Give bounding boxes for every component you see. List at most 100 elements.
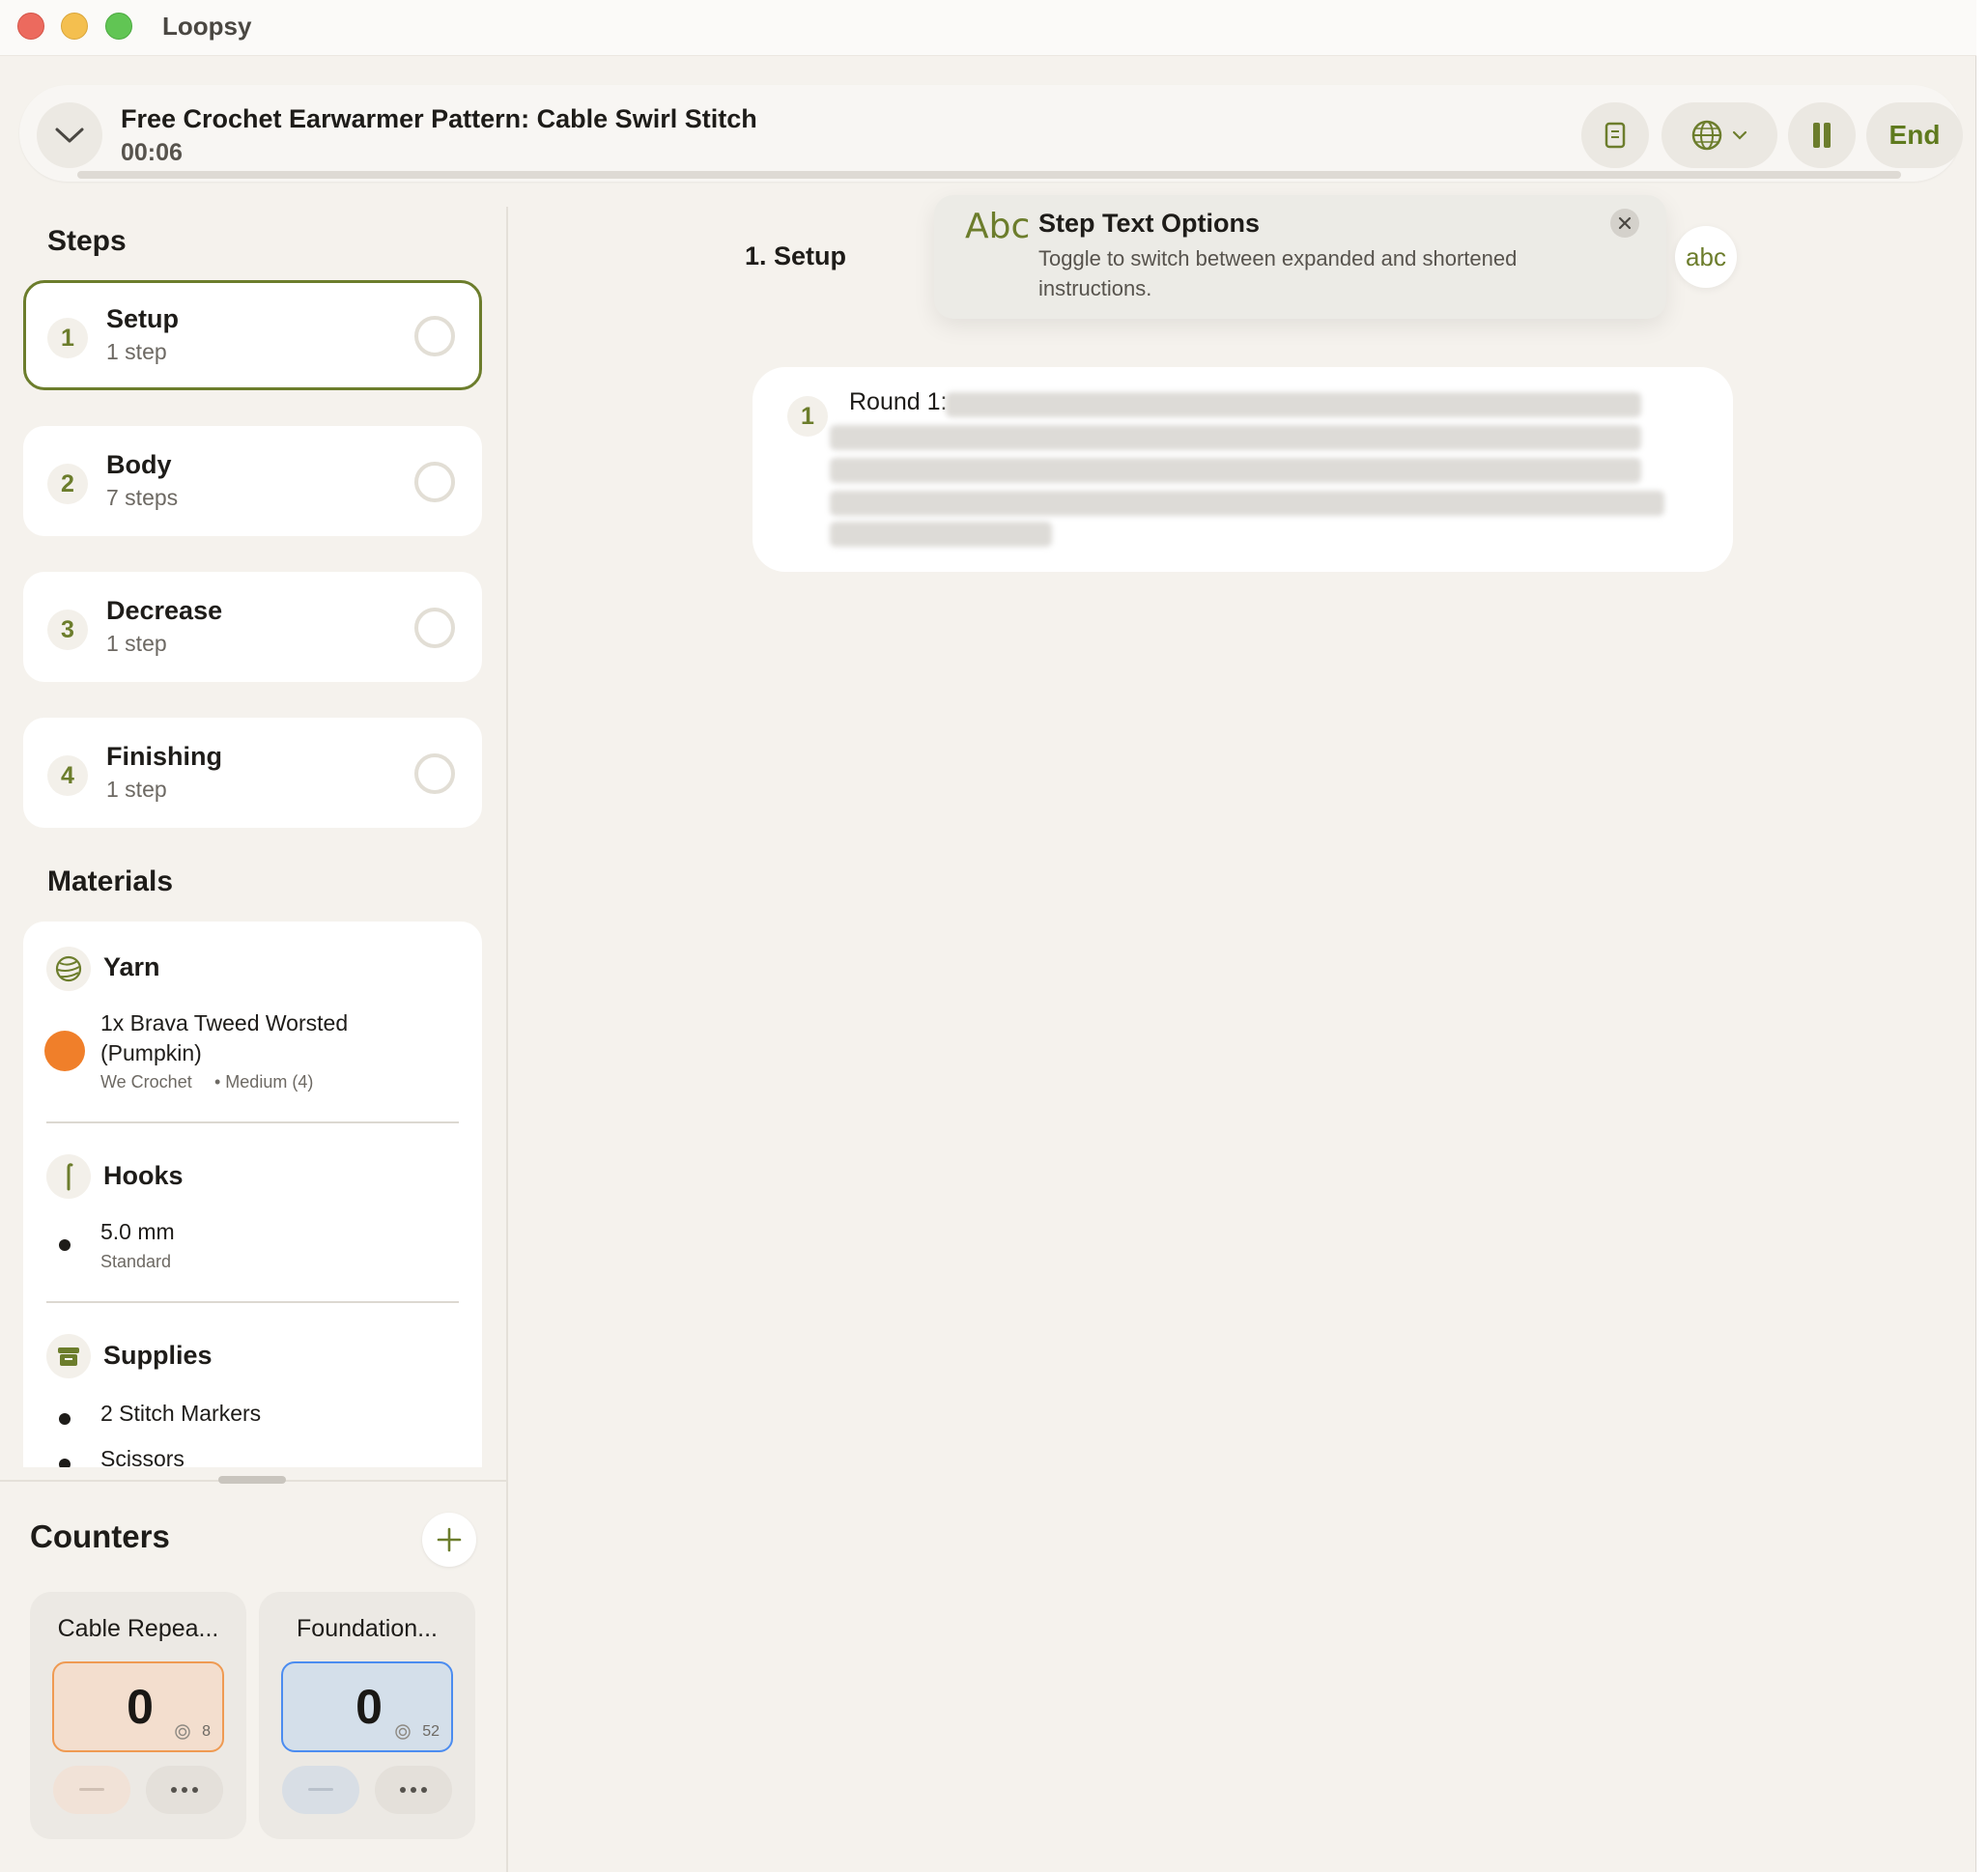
- hook-icon: [46, 1154, 91, 1199]
- minimize-window-button[interactable]: [61, 13, 88, 40]
- yarn-ball-icon: [46, 947, 91, 991]
- supply-item: 2 Stitch Markers: [100, 1401, 262, 1426]
- step-name: Decrease: [106, 596, 223, 625]
- bullet: [59, 1459, 71, 1467]
- step-complete-toggle[interactable]: [414, 462, 455, 502]
- app-window: Loopsy Free Crochet Earwarmer Pattern: C…: [0, 0, 1976, 1872]
- notes-button[interactable]: [1581, 102, 1649, 168]
- pause-icon: [1813, 123, 1831, 148]
- title-bar: Loopsy: [0, 0, 1976, 56]
- redacted-text: [830, 522, 1052, 547]
- counter-increment-area[interactable]: 0 8: [52, 1661, 224, 1752]
- yarn-name-line2: (Pumpkin): [100, 1040, 202, 1065]
- counter-target: 8: [175, 1723, 211, 1741]
- tooltip-close-button[interactable]: [1610, 209, 1639, 238]
- pattern-title: Free Crochet Earwarmer Pattern: Cable Sw…: [121, 104, 757, 133]
- step-complete-toggle[interactable]: [414, 316, 455, 356]
- decrement-button[interactable]: [282, 1766, 359, 1814]
- target-icon: [395, 1724, 411, 1740]
- counter-card-foundation[interactable]: Foundation... 0 52: [259, 1592, 475, 1839]
- counter-more-button[interactable]: [146, 1766, 223, 1814]
- materials-heading: Materials: [47, 865, 174, 897]
- session-timer: 00:06: [121, 139, 183, 166]
- hook-size: 5.0 mm: [100, 1219, 175, 1244]
- chevron-down-icon: [55, 128, 84, 143]
- decrement-button[interactable]: [53, 1766, 130, 1814]
- ellipsis-icon: [171, 1787, 198, 1793]
- bullet: [59, 1413, 71, 1425]
- redacted-text: [830, 425, 1641, 450]
- counter-more-button[interactable]: [375, 1766, 452, 1814]
- resize-handle[interactable]: [218, 1476, 286, 1484]
- zoom-window-button[interactable]: [105, 13, 132, 40]
- counters-heading: Counters: [30, 1518, 170, 1554]
- counter-target-value: 52: [422, 1723, 440, 1740]
- step-card-setup[interactable]: 1 Setup 1 step: [23, 280, 482, 390]
- counter-name: Cable Repea...: [57, 1615, 219, 1642]
- language-menu-button[interactable]: [1661, 102, 1777, 168]
- instruction-label: Round 1:: [849, 388, 948, 415]
- add-counter-button[interactable]: [422, 1513, 476, 1567]
- step-count: 1 step: [106, 339, 167, 364]
- step-count: 1 step: [106, 631, 167, 656]
- step-complete-toggle[interactable]: [414, 753, 455, 794]
- globe-icon: [1691, 120, 1722, 151]
- step-count: 7 steps: [106, 485, 179, 510]
- step-text-options-tooltip: Abc Step Text Options Toggle to switch b…: [934, 195, 1666, 319]
- supplies-box-icon: [46, 1334, 91, 1378]
- steps-heading: Steps: [47, 225, 127, 257]
- step-name: Body: [106, 450, 172, 479]
- step-card-body[interactable]: 2 Body 7 steps: [23, 426, 482, 536]
- materials-card: Yarn 1x Brava Tweed Worsted (Pumpkin) We…: [23, 922, 482, 1467]
- step-card-decrease[interactable]: 3 Decrease 1 step: [23, 572, 482, 682]
- pause-button[interactable]: [1788, 102, 1856, 168]
- step-name: Finishing: [106, 742, 222, 771]
- supplies-heading: Supplies: [103, 1341, 213, 1370]
- app-title: Loopsy: [162, 12, 252, 41]
- counter-target: 52: [395, 1723, 440, 1741]
- current-step-heading: 1. Setup: [745, 241, 847, 270]
- redacted-text: [830, 491, 1664, 516]
- session-bar: Free Crochet Earwarmer Pattern: Cable Sw…: [19, 85, 1963, 182]
- yarn-name-line1: 1x Brava Tweed Worsted: [100, 1010, 349, 1035]
- session-progress: [77, 171, 1901, 179]
- step-number: 3: [47, 610, 88, 650]
- sidebar-divider: [506, 207, 508, 1872]
- step-number: 4: [47, 755, 88, 796]
- close-icon: [1618, 216, 1632, 230]
- supply-item: Scissors: [100, 1446, 185, 1467]
- hooks-heading: Hooks: [103, 1161, 184, 1190]
- text-options-icon: Abc: [965, 207, 1031, 246]
- step-complete-toggle[interactable]: [414, 608, 455, 648]
- step-card-finishing[interactable]: 4 Finishing 1 step: [23, 718, 482, 828]
- minus-icon: [79, 1788, 104, 1791]
- tooltip-title: Step Text Options: [1038, 209, 1261, 238]
- text-mode-toggle[interactable]: abc: [1675, 226, 1737, 288]
- counter-increment-area[interactable]: 0 52: [281, 1661, 453, 1752]
- close-window-button[interactable]: [17, 13, 44, 40]
- instruction-number: 1: [787, 396, 828, 437]
- redacted-text: [830, 458, 1641, 483]
- counter-card-cable-repeat[interactable]: Cable Repea... 0 8: [30, 1592, 246, 1839]
- ellipsis-icon: [400, 1787, 427, 1793]
- notes-icon: [1605, 122, 1626, 149]
- chevron-down-icon: [1732, 130, 1747, 140]
- bullet: [59, 1239, 71, 1251]
- counter-target-value: 8: [202, 1723, 211, 1740]
- yarn-weight: • Medium (4): [214, 1072, 314, 1092]
- step-number: 2: [47, 464, 88, 504]
- step-count: 1 step: [106, 777, 167, 802]
- hook-type: Standard: [100, 1252, 172, 1271]
- redacted-text: [946, 392, 1641, 417]
- end-session-button[interactable]: End: [1866, 102, 1963, 168]
- counter-name: Foundation...: [297, 1615, 438, 1642]
- yarn-heading: Yarn: [103, 952, 160, 981]
- collapse-button[interactable]: [37, 102, 102, 168]
- divider: [46, 1121, 459, 1123]
- minus-icon: [308, 1788, 333, 1791]
- divider: [46, 1301, 459, 1303]
- tooltip-body: Toggle to switch between expanded and sh…: [1038, 246, 1518, 300]
- yarn-brand: We Crochet: [100, 1072, 192, 1092]
- target-icon: [175, 1724, 190, 1740]
- step-number: 1: [47, 318, 88, 358]
